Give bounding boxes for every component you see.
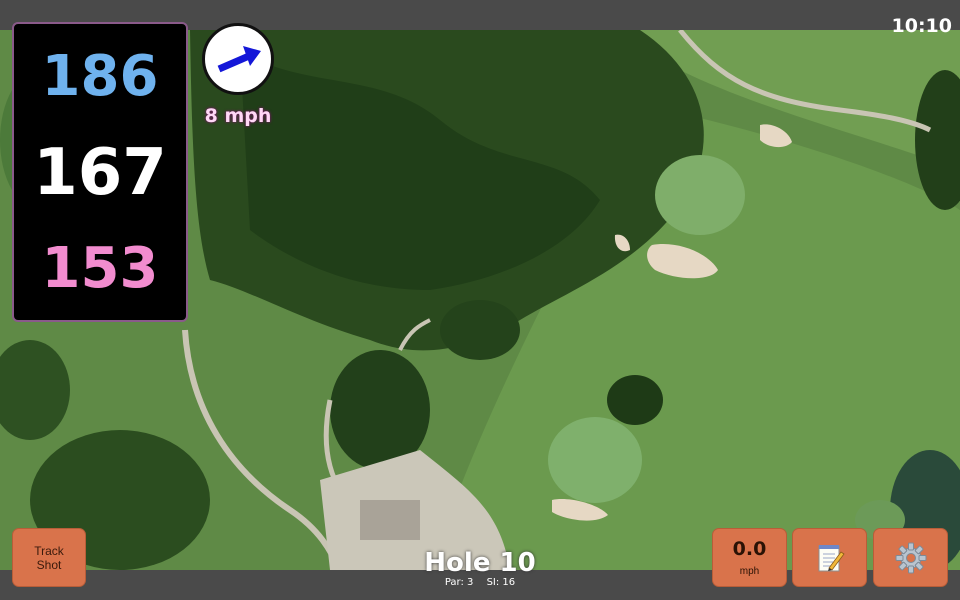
speed-unit: mph [739,566,760,577]
track-shot-label-line1: Track [34,543,64,558]
speed-value: 0.0 [732,538,767,560]
scorecard-notes-button[interactable] [792,528,867,587]
speed-button[interactable]: 0.0 mph [712,528,787,587]
settings-button[interactable] [873,528,948,587]
wind-speed: 8 mph [204,105,272,127]
front-distance: 153 [41,236,159,301]
back-distance: 186 [41,44,159,109]
wind-arrow-icon [217,46,261,73]
wind-direction-dial [202,23,274,95]
clock: 10:10 [891,15,952,37]
track-shot-button[interactable]: Track Shot [12,528,86,587]
distance-panel: 186 167 153 [12,22,188,322]
hole-title: Hole 10 [424,548,536,578]
notepad-icon [818,544,845,571]
hole-info: Par: 3 SI: 16 [380,577,580,588]
hole-stroke-index: SI: 16 [486,577,516,588]
center-distance: 167 [33,136,167,210]
track-shot-label-line2: Shot [36,557,62,572]
hole-par: Par: 3 [444,577,474,588]
gear-icon [895,542,926,573]
